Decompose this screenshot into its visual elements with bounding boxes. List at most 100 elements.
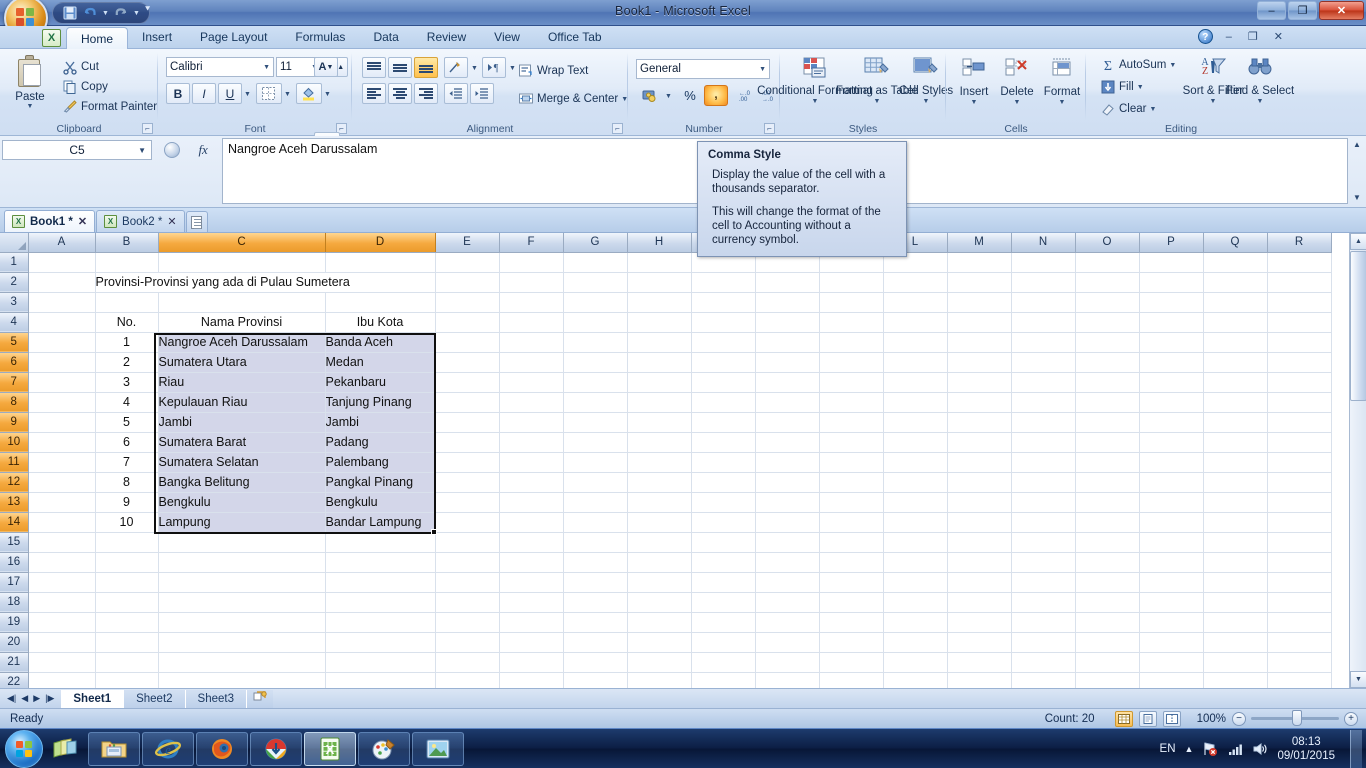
cell-q17[interactable] bbox=[1203, 572, 1268, 593]
cell-d13[interactable]: Bengkulu bbox=[325, 492, 436, 513]
cell-f12[interactable] bbox=[499, 472, 564, 493]
cell-h12[interactable] bbox=[627, 472, 692, 493]
cell-m2[interactable] bbox=[947, 272, 1012, 293]
cell-r5[interactable] bbox=[1267, 332, 1332, 353]
row-header-8[interactable]: 8 bbox=[0, 392, 29, 413]
cell-r18[interactable] bbox=[1267, 592, 1332, 613]
cell-b8[interactable]: 4 bbox=[95, 392, 159, 413]
cell-h20[interactable] bbox=[627, 632, 692, 653]
cell-f6[interactable] bbox=[499, 352, 564, 373]
cell-g13[interactable] bbox=[563, 492, 628, 513]
zoom-out-button[interactable]: − bbox=[1232, 711, 1246, 726]
photo-viewer-icon[interactable] bbox=[412, 731, 464, 766]
cell-p21[interactable] bbox=[1139, 652, 1204, 673]
cell-j4[interactable] bbox=[755, 312, 820, 333]
cell-p20[interactable] bbox=[1139, 632, 1204, 653]
cell-g9[interactable] bbox=[563, 412, 628, 433]
cell-c13[interactable]: Bengkulu bbox=[158, 492, 326, 513]
cell-f10[interactable] bbox=[499, 432, 564, 453]
cell-f9[interactable] bbox=[499, 412, 564, 433]
tab-formulas[interactable]: Formulas bbox=[281, 26, 359, 49]
cell-n16[interactable] bbox=[1011, 552, 1076, 573]
italic-button[interactable]: I bbox=[192, 83, 216, 104]
cell-c7[interactable]: Riau bbox=[158, 372, 326, 393]
language-indicator[interactable]: EN bbox=[1160, 743, 1176, 755]
fill-dropdown-icon[interactable]: ▼ bbox=[1137, 84, 1144, 91]
cell-n4[interactable] bbox=[1011, 312, 1076, 333]
cell-l16[interactable] bbox=[883, 552, 948, 573]
cell-r11[interactable] bbox=[1267, 452, 1332, 473]
cell-p3[interactable] bbox=[1139, 292, 1204, 313]
cell-e9[interactable] bbox=[435, 412, 500, 433]
cell-k3[interactable] bbox=[819, 292, 884, 313]
align-left-button[interactable] bbox=[362, 83, 386, 104]
cell-l12[interactable] bbox=[883, 472, 948, 493]
cell-b9[interactable]: 5 bbox=[95, 412, 159, 433]
action-center-icon[interactable] bbox=[1202, 741, 1218, 757]
cell-b19[interactable] bbox=[95, 612, 159, 633]
cell-e3[interactable] bbox=[435, 292, 500, 313]
number-dialog-launcher[interactable]: ⌐ bbox=[764, 123, 775, 134]
column-header-m[interactable]: M bbox=[947, 233, 1012, 253]
cell-j21[interactable] bbox=[755, 652, 820, 673]
cell-m20[interactable] bbox=[947, 632, 1012, 653]
cell-m15[interactable] bbox=[947, 532, 1012, 553]
cell-j17[interactable] bbox=[755, 572, 820, 593]
cell-i4[interactable] bbox=[691, 312, 756, 333]
cell-g14[interactable] bbox=[563, 512, 628, 533]
cell-r3[interactable] bbox=[1267, 292, 1332, 313]
cell-h3[interactable] bbox=[627, 292, 692, 313]
cell-h14[interactable] bbox=[627, 512, 692, 533]
percent-style-button[interactable]: % bbox=[678, 85, 702, 106]
cell-m16[interactable] bbox=[947, 552, 1012, 573]
insert-cells-dropdown-icon[interactable]: ▼ bbox=[971, 99, 978, 106]
cell-d16[interactable] bbox=[325, 552, 436, 573]
cell-b2[interactable]: Provinsi-Provinsi yang ada di Pulau Sume… bbox=[95, 272, 436, 293]
comma-style-button[interactable]: , bbox=[704, 85, 728, 106]
cell-n20[interactable] bbox=[1011, 632, 1076, 653]
cell-c6[interactable]: Sumatera Utara bbox=[158, 352, 326, 373]
align-center-button[interactable] bbox=[388, 83, 412, 104]
cell-c12[interactable]: Bangka Belitung bbox=[158, 472, 326, 493]
cell-f17[interactable] bbox=[499, 572, 564, 593]
scroll-up-button[interactable]: ▲ bbox=[1350, 233, 1366, 250]
cell-n11[interactable] bbox=[1011, 452, 1076, 473]
align-bottom-button[interactable] bbox=[414, 57, 438, 78]
shrink-font-button[interactable]: A ▼ bbox=[314, 57, 338, 77]
cell-m14[interactable] bbox=[947, 512, 1012, 533]
cell-j8[interactable] bbox=[755, 392, 820, 413]
cell-f19[interactable] bbox=[499, 612, 564, 633]
cell-n1[interactable] bbox=[1011, 252, 1076, 273]
cell-q12[interactable] bbox=[1203, 472, 1268, 493]
row-header-5[interactable]: 5 bbox=[0, 332, 29, 353]
cell-m8[interactable] bbox=[947, 392, 1012, 413]
cell-o6[interactable] bbox=[1075, 352, 1140, 373]
cell-i7[interactable] bbox=[691, 372, 756, 393]
cell-c16[interactable] bbox=[158, 552, 326, 573]
row-header-9[interactable]: 9 bbox=[0, 412, 29, 433]
close-button[interactable]: ✕ bbox=[1319, 1, 1364, 20]
cell-d20[interactable] bbox=[325, 632, 436, 653]
new-workbook-button[interactable] bbox=[185, 211, 208, 232]
decrease-indent-button[interactable] bbox=[444, 83, 468, 104]
cell-h4[interactable] bbox=[627, 312, 692, 333]
cell-d6[interactable]: Medan bbox=[325, 352, 436, 373]
paint-icon[interactable] bbox=[358, 731, 410, 766]
cell-o19[interactable] bbox=[1075, 612, 1140, 633]
cell-b4[interactable]: No. bbox=[95, 312, 159, 333]
cell-d12[interactable]: Pangkal Pinang bbox=[325, 472, 436, 493]
cell-e18[interactable] bbox=[435, 592, 500, 613]
orientation-button[interactable] bbox=[444, 57, 468, 78]
cell-g18[interactable] bbox=[563, 592, 628, 613]
delete-cells-button[interactable]: Delete ▼ bbox=[996, 53, 1038, 108]
underline-dropdown-icon[interactable]: ▼ bbox=[244, 91, 251, 98]
help-icon[interactable]: ? bbox=[1197, 29, 1213, 44]
column-header-r[interactable]: R bbox=[1267, 233, 1332, 253]
row-header-17[interactable]: 17 bbox=[0, 572, 29, 593]
sort-filter-dropdown-icon[interactable]: ▼ bbox=[1210, 98, 1217, 105]
cell-g2[interactable] bbox=[563, 272, 628, 293]
cell-n7[interactable] bbox=[1011, 372, 1076, 393]
cell-d4[interactable]: Ibu Kota bbox=[325, 312, 436, 333]
cell-c4[interactable]: Nama Provinsi bbox=[158, 312, 326, 333]
cell-m7[interactable] bbox=[947, 372, 1012, 393]
